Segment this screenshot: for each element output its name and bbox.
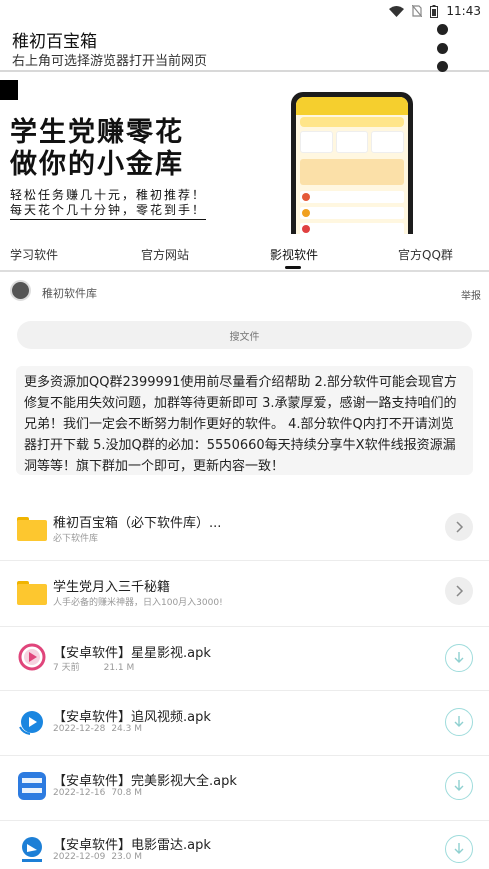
divider (0, 820, 489, 821)
notice-text: 更多资源加QQ群2399991使用前尽量看介绍帮助 2.部分软件可能会现官方修复… (16, 366, 473, 475)
search-input[interactable]: 搜文件 (17, 321, 472, 349)
list-item[interactable]: 稚初百宝箱（必下软件库）... 必下软件库 (0, 509, 489, 549)
more-options-icon[interactable] (435, 24, 449, 72)
status-bar: 11:43 (0, 0, 489, 22)
report-link[interactable]: 举报 (461, 287, 481, 302)
promo-banner[interactable]: 学生党赚零花 做你的小金库 轻松任务赚几十元，稚初推荐！ 每天花个几十分钟，零花… (0, 74, 489, 234)
account-row: 稚初软件库 举报 (0, 280, 489, 306)
phone-mockup-image (291, 92, 413, 234)
list-item[interactable]: 学生党月入三千秘籍 人手必备的赚米神器，日入100月入3000! (0, 573, 489, 613)
movie-radar-icon (17, 834, 47, 864)
folder-title: 学生党月入三千秘籍 (53, 580, 171, 595)
divider (0, 626, 489, 627)
zhuifeng-video-icon (17, 707, 47, 737)
file-meta: 2022-12-28 24.3 M (53, 724, 142, 734)
file-meta: 2022-12-16 70.8 M (53, 788, 142, 798)
file-title: 【安卓软件】星星影视.apk (53, 646, 211, 661)
tab-official-website[interactable]: 官方网站 (141, 246, 189, 263)
folder-icon (17, 517, 47, 547)
divider (0, 755, 489, 756)
category-tabs: 学习软件 官方网站 影视软件 官方QQ群 (0, 234, 489, 272)
tab-official-qq-group[interactable]: 官方QQ群 (398, 246, 453, 263)
divider (0, 560, 489, 561)
banner-corner-mark (0, 80, 18, 100)
list-item[interactable]: 【安卓软件】电影雷达.apk 2022-12-09 23.0 M (0, 832, 489, 869)
download-icon[interactable] (445, 644, 473, 672)
folder-icon (17, 581, 47, 611)
account-name: 稚初软件库 (42, 287, 97, 300)
tab-video-software[interactable]: 影视软件 (270, 246, 318, 263)
battery-icon (430, 4, 439, 18)
app-bar: 稚初百宝箱 右上角可选择游览器打开当前网页 (0, 22, 489, 72)
banner-headline-2: 做你的小金库 (10, 149, 184, 180)
tab-study-software[interactable]: 学习软件 (10, 246, 58, 263)
file-meta: 7 天前 21.1 M (53, 663, 135, 673)
no-sim-icon (412, 5, 423, 17)
list-item[interactable]: 【安卓软件】星星影视.apk 7 天前 21.1 M (0, 640, 489, 680)
chevron-right-icon[interactable] (445, 577, 473, 605)
download-icon[interactable] (445, 708, 473, 736)
chevron-right-icon[interactable] (445, 513, 473, 541)
wanmei-video-icon (17, 771, 47, 801)
folder-title: 稚初百宝箱（必下软件库）... (53, 516, 222, 531)
download-icon[interactable] (445, 772, 473, 800)
list-item[interactable]: 【安卓软件】完美影视大全.apk 2022-12-16 70.8 M (0, 768, 489, 808)
page-title: 稚初百宝箱 (12, 32, 97, 52)
wifi-icon (389, 5, 405, 17)
file-meta: 2022-12-09 23.0 M (53, 852, 142, 862)
folder-subtitle: 必下软件库 (53, 534, 99, 544)
list-item[interactable]: 【安卓软件】追风视频.apk 2022-12-28 24.3 M (0, 704, 489, 744)
folder-subtitle: 人手必备的赚米神器，日入100月入3000! (53, 598, 223, 608)
avatar[interactable] (10, 280, 31, 301)
page-subtitle: 右上角可选择游览器打开当前网页 (12, 54, 208, 69)
active-tab-indicator (285, 266, 301, 269)
divider (0, 690, 489, 691)
xingxing-video-icon (17, 642, 47, 672)
file-title: 【安卓软件】完美影视大全.apk (53, 774, 237, 789)
file-title: 【安卓软件】追风视频.apk (53, 710, 211, 725)
banner-line-2: 每天花个几十分钟，零花到手！ (10, 201, 207, 220)
clock: 11:43 (446, 4, 481, 18)
download-icon[interactable] (445, 835, 473, 863)
file-title: 【安卓软件】电影雷达.apk (53, 838, 211, 853)
